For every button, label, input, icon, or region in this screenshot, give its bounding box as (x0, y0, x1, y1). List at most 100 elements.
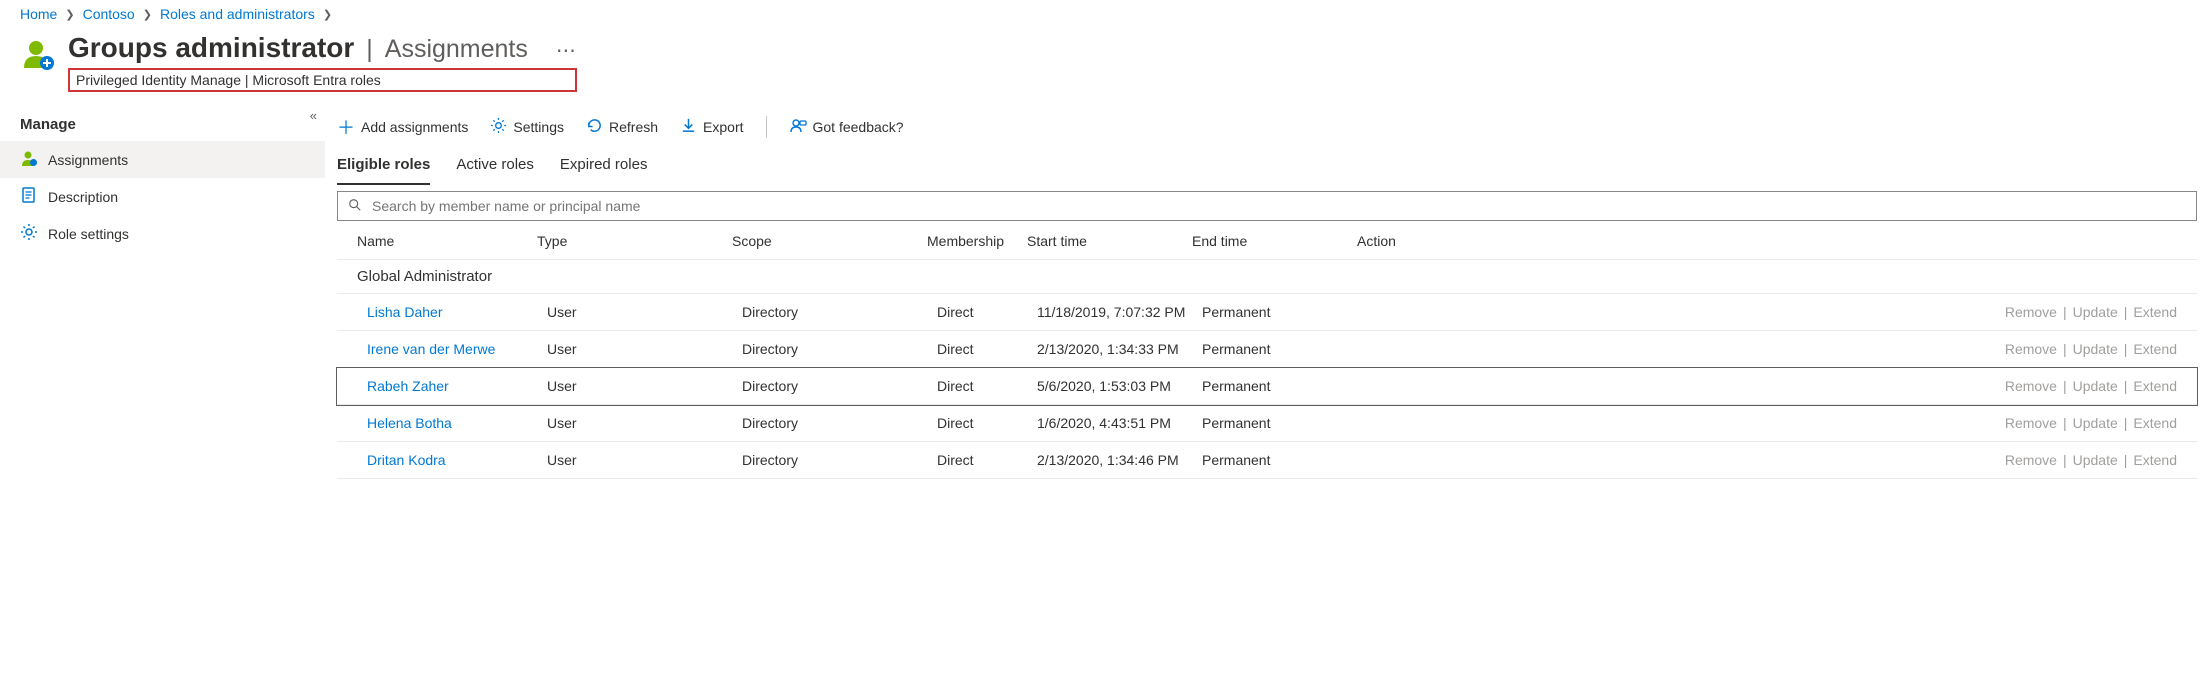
page-title: Groups administrator (68, 32, 354, 64)
search-input[interactable] (370, 197, 2186, 215)
action-remove[interactable]: Remove (2005, 452, 2057, 468)
row-actions: Remove | Update | Extend (1367, 452, 2177, 468)
action-update[interactable]: Update (2073, 378, 2118, 394)
action-update[interactable]: Update (2073, 452, 2118, 468)
tab-active-roles[interactable]: Active roles (456, 150, 534, 185)
action-extend[interactable]: Extend (2133, 378, 2177, 394)
settings-button[interactable]: Settings (490, 117, 564, 137)
action-extend[interactable]: Extend (2133, 341, 2177, 357)
cell-membership: Direct (937, 415, 1037, 431)
page-header: Groups administrator | Assignments ⋯ Pri… (0, 28, 2209, 92)
add-assignments-button[interactable]: ＋ Add assignments (337, 114, 468, 140)
row-actions: Remove | Update | Extend (1367, 378, 2177, 394)
sidebar: « Manage Assignments Description Role se… (0, 110, 325, 479)
cell-membership: Direct (937, 304, 1037, 320)
col-membership[interactable]: Membership (927, 233, 1027, 249)
member-name-link[interactable]: Helena Botha (367, 415, 547, 431)
tab-eligible-roles[interactable]: Eligible roles (337, 150, 430, 185)
collapse-sidebar-icon[interactable]: « (310, 108, 317, 123)
row-actions: Remove | Update | Extend (1367, 304, 2177, 320)
action-remove[interactable]: Remove (2005, 304, 2057, 320)
breadcrumb-contoso[interactable]: Contoso (83, 6, 135, 22)
action-extend[interactable]: Extend (2133, 452, 2177, 468)
action-extend[interactable]: Extend (2133, 304, 2177, 320)
sidebar-item-label: Description (48, 189, 118, 205)
sidebar-item-label: Assignments (48, 152, 128, 168)
cell-scope: Directory (742, 415, 937, 431)
search-box[interactable] (337, 191, 2197, 221)
table-row[interactable]: Helena BothaUserDirectoryDirect1/6/2020,… (337, 405, 2197, 442)
sidebar-item-assignments[interactable]: Assignments (0, 141, 325, 178)
command-bar: ＋ Add assignments Settings Refresh Expo (337, 110, 2197, 150)
cell-type: User (547, 378, 742, 394)
sidebar-group-manage: Manage (0, 114, 325, 141)
feedback-icon (789, 117, 807, 138)
cell-scope: Directory (742, 304, 937, 320)
cell-scope: Directory (742, 452, 937, 468)
document-icon (20, 186, 38, 207)
breadcrumb-roles[interactable]: Roles and administrators (160, 6, 315, 22)
cell-start: 11/18/2019, 7:07:32 PM (1037, 304, 1202, 320)
cell-end: Permanent (1202, 452, 1367, 468)
cell-membership: Direct (937, 378, 1037, 394)
action-remove[interactable]: Remove (2005, 415, 2057, 431)
cell-start: 5/6/2020, 1:53:03 PM (1037, 378, 1202, 394)
cell-type: User (547, 341, 742, 357)
action-remove[interactable]: Remove (2005, 378, 2057, 394)
refresh-icon (586, 117, 603, 137)
cell-scope: Directory (742, 378, 937, 394)
sidebar-item-description[interactable]: Description (0, 178, 325, 215)
cell-end: Permanent (1202, 304, 1367, 320)
role-icon (20, 36, 56, 75)
plus-icon: ＋ (337, 114, 355, 140)
row-actions: Remove | Update | Extend (1367, 415, 2177, 431)
cell-start: 1/6/2020, 4:43:51 PM (1037, 415, 1202, 431)
member-name-link[interactable]: Dritan Kodra (367, 452, 547, 468)
table-row[interactable]: Lisha DaherUserDirectoryDirect11/18/2019… (337, 294, 2197, 331)
col-action: Action (1357, 233, 2177, 249)
action-update[interactable]: Update (2073, 304, 2118, 320)
toolbar-separator (766, 116, 767, 138)
chevron-right-icon: ❯ (319, 8, 336, 21)
action-extend[interactable]: Extend (2133, 415, 2177, 431)
refresh-button[interactable]: Refresh (586, 117, 658, 137)
sidebar-item-role-settings[interactable]: Role settings (0, 215, 325, 252)
cell-type: User (547, 304, 742, 320)
col-scope[interactable]: Scope (732, 233, 927, 249)
export-button[interactable]: Export (680, 117, 743, 137)
cell-membership: Direct (937, 341, 1037, 357)
member-name-link[interactable]: Irene van der Merwe (367, 341, 547, 357)
breadcrumb: Home ❯ Contoso ❯ Roles and administrator… (0, 0, 2209, 28)
member-name-link[interactable]: Lisha Daher (367, 304, 547, 320)
cell-start: 2/13/2020, 1:34:33 PM (1037, 341, 1202, 357)
chevron-right-icon: ❯ (61, 8, 78, 21)
gear-icon (490, 117, 507, 137)
table-header: Name Type Scope Membership Start time En… (337, 223, 2197, 260)
more-actions-icon[interactable]: ⋯ (556, 38, 577, 63)
search-icon (348, 198, 362, 215)
col-end[interactable]: End time (1192, 233, 1357, 249)
chevron-right-icon: ❯ (139, 8, 156, 21)
tab-expired-roles[interactable]: Expired roles (560, 150, 648, 185)
table-row[interactable]: Irene van der MerweUserDirectoryDirect2/… (337, 331, 2197, 368)
feedback-button[interactable]: Got feedback? (789, 117, 904, 138)
action-update[interactable]: Update (2073, 341, 2118, 357)
col-start[interactable]: Start time (1027, 233, 1192, 249)
col-type[interactable]: Type (537, 233, 732, 249)
action-update[interactable]: Update (2073, 415, 2118, 431)
group-header-row[interactable]: Global Administrator (337, 260, 2197, 294)
col-name[interactable]: Name (357, 233, 537, 249)
page-subtitle: Privileged Identity Manage | Microsoft E… (68, 68, 577, 92)
breadcrumb-home[interactable]: Home (20, 6, 57, 22)
table-row[interactable]: Rabeh ZaherUserDirectoryDirect5/6/2020, … (337, 368, 2197, 405)
person-icon (20, 149, 38, 170)
member-name-link[interactable]: Rabeh Zaher (367, 378, 547, 394)
download-icon (680, 117, 697, 137)
role-tabs: Eligible roles Active roles Expired role… (337, 150, 2197, 185)
cell-scope: Directory (742, 341, 937, 357)
table-row[interactable]: Dritan KodraUserDirectoryDirect2/13/2020… (337, 442, 2197, 479)
cell-end: Permanent (1202, 341, 1367, 357)
row-actions: Remove | Update | Extend (1367, 341, 2177, 357)
gear-icon (20, 223, 38, 244)
action-remove[interactable]: Remove (2005, 341, 2057, 357)
